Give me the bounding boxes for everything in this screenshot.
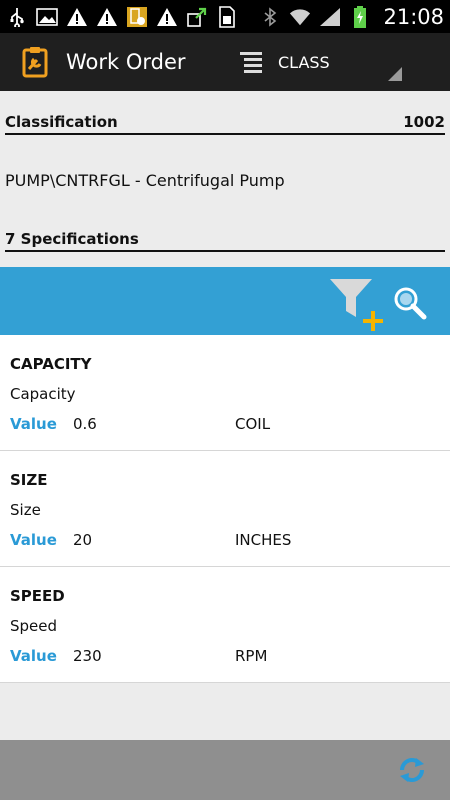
specifications-count: 7 Specifications (5, 230, 139, 248)
refresh-icon (400, 758, 424, 782)
list-toolbar (0, 267, 450, 335)
spec-value: 0.6 (73, 415, 97, 433)
class-spinner[interactable]: CLASS (232, 33, 450, 91)
usb-icon (6, 6, 28, 28)
notification-icons (6, 5, 238, 28)
battery-charging-icon (349, 5, 371, 28)
spec-unit: RPM (235, 647, 268, 665)
list-item[interactable]: SIZE Size Value 20 INCHES (0, 451, 450, 567)
classification-header: Classification 1002 (5, 113, 445, 135)
spec-unit: COIL (235, 415, 271, 433)
spec-description: Size (10, 501, 41, 519)
search-icon (394, 287, 427, 320)
status-bar: 21:08 (0, 0, 450, 33)
spec-description: Speed (10, 617, 58, 635)
spec-name: SPEED (10, 587, 65, 605)
specifications-list: CAPACITY Capacity Value 0.6 COIL SIZE Si… (0, 335, 450, 683)
classification-panel: Classification 1002 PUMP\CNTRFGL - Centr… (0, 91, 450, 267)
sim-icon (216, 5, 238, 28)
dropdown-indicator-icon (388, 67, 402, 81)
warning-icon (66, 6, 88, 28)
upload-icon (186, 6, 208, 28)
classification-number: 1002 (403, 113, 445, 131)
bluetooth-icon (259, 6, 281, 28)
refresh-button[interactable] (394, 752, 430, 788)
add-filter-button[interactable] (326, 275, 384, 331)
class-label: CLASS (278, 52, 330, 72)
phone-settings-icon (126, 6, 148, 28)
warning-icon (156, 6, 178, 28)
spec-name: CAPACITY (10, 355, 92, 373)
classification-description: PUMP\CNTRFGL - Centrifugal Pump (5, 171, 285, 190)
value-label: Value (10, 415, 57, 433)
screen-title: Work Order (66, 50, 186, 74)
action-bar: Work Order CLASS (0, 33, 450, 91)
value-label: Value (10, 647, 57, 665)
wifi-icon (289, 6, 311, 28)
signal-icon (319, 6, 341, 28)
bottom-bar (0, 740, 450, 800)
classification-label: Classification (5, 113, 118, 131)
value-label: Value (10, 531, 57, 549)
system-icons: 21:08 (259, 5, 444, 29)
filter-add-icon (330, 279, 383, 331)
spec-unit: INCHES (235, 531, 292, 549)
spec-description: Capacity (10, 385, 76, 403)
spec-value: 20 (73, 531, 93, 549)
specifications-header: 7 Specifications (5, 230, 445, 252)
list-item[interactable]: CAPACITY Capacity Value 0.6 COIL (0, 335, 450, 451)
spec-name: SIZE (10, 471, 48, 489)
list-icon (238, 50, 264, 74)
spec-value: 230 (73, 647, 102, 665)
search-button[interactable] (392, 285, 428, 321)
clock: 21:08 (383, 4, 444, 29)
list-item[interactable]: SPEED Speed Value 230 RPM (0, 567, 450, 683)
work-order-icon[interactable] (20, 44, 50, 80)
image-icon (36, 6, 58, 28)
warning-icon (96, 6, 118, 28)
